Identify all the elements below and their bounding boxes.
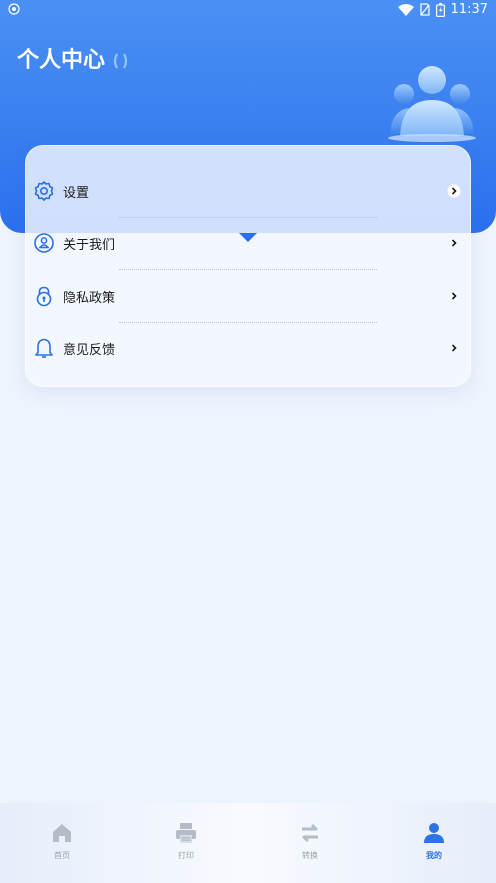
menu-item-feedback[interactable]: 意见反馈 [25,322,471,374]
menu-item-settings[interactable]: 设置 [25,165,471,217]
menu-label-settings: 设置 [63,185,90,201]
status-bar: 11:37 [0,0,496,20]
menu-item-privacy[interactable]: 隐私政策 [25,270,471,322]
users-illustration-icon [388,66,476,142]
chevron-right-icon [447,184,461,198]
tab-home[interactable]: 首页 [12,821,112,867]
shield-icon [8,3,20,15]
wifi-icon [397,3,414,16]
chevron-right-icon [451,292,457,300]
page-title: 个人中心 [17,48,106,73]
bottom-tab-bar: 首页 打印 转换 我的 [0,803,496,883]
chevron-right-icon [451,344,457,352]
chevron-right-icon [451,239,457,247]
menu-label-privacy: 隐私政策 [63,290,116,306]
tab-label-convert: 转换 [302,851,318,860]
home-icon [53,824,71,842]
user-circle-icon [34,233,54,253]
menu-label-about: 关于我们 [63,237,116,253]
menu-item-about[interactable]: 关于我们 [25,217,471,269]
no-sim-icon [419,3,430,16]
gear-icon [34,181,54,201]
user-icon [424,823,444,843]
tab-label-home: 首页 [54,851,70,860]
printer-icon [176,823,196,843]
battery-icon [435,2,445,17]
tab-convert[interactable]: 转换 [260,821,360,867]
lock-icon [36,286,52,307]
tab-print[interactable]: 打印 [136,821,236,867]
menu-label-feedback: 意见反馈 [63,342,116,358]
swap-icon [302,823,318,843]
status-time: 11:37 [450,2,488,17]
tab-label-print: 打印 [178,851,194,860]
decoration-icon [113,53,128,69]
tab-mine[interactable]: 我的 [384,821,484,867]
bell-icon [35,338,53,358]
tab-label-mine: 我的 [426,851,442,860]
